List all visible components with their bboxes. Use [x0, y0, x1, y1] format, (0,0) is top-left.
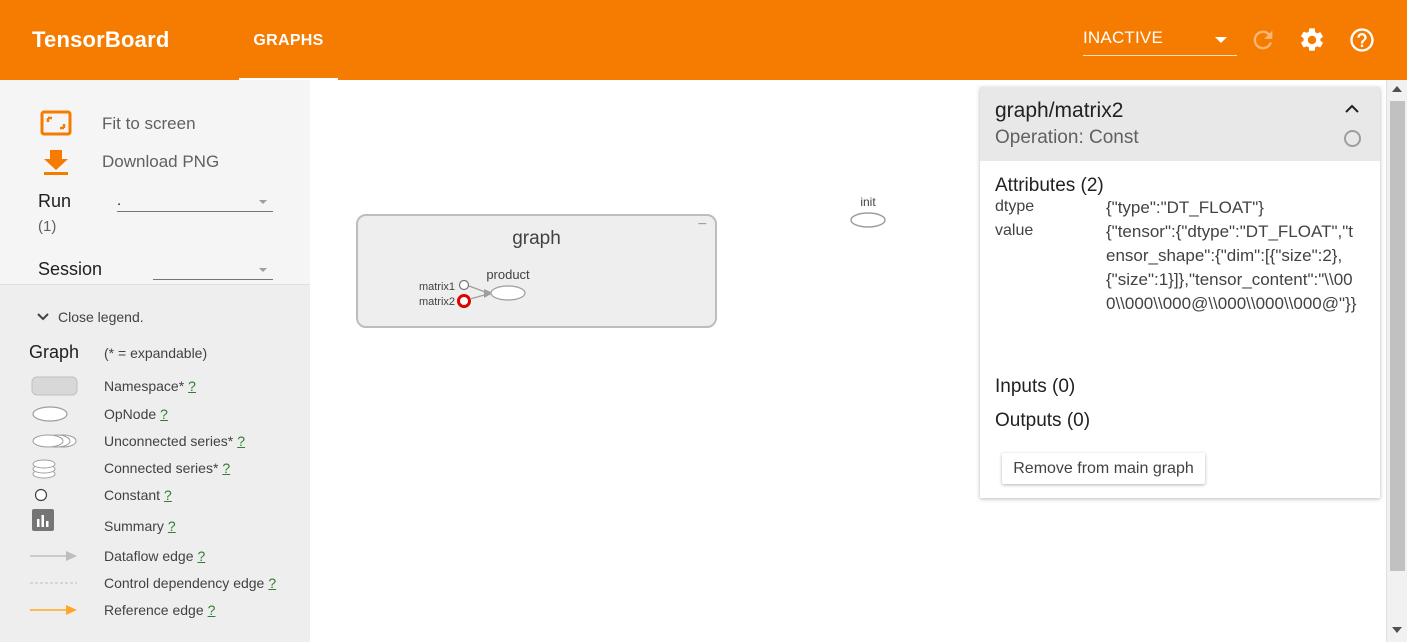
opnode-icon: [32, 406, 68, 422]
settings-icon[interactable]: [1298, 26, 1326, 54]
info-card-header: graph/matrix2 Operation: Const: [980, 87, 1380, 161]
help-link[interactable]: ?: [160, 406, 168, 422]
node-label-init: init: [860, 195, 876, 209]
legend-item-summary: Summary?: [0, 509, 310, 538]
legend-label: Namespace*: [104, 378, 185, 394]
node-matrix1[interactable]: [458, 279, 470, 291]
fit-to-screen-label: Fit to screen: [102, 114, 196, 133]
reload-status-select[interactable]: INACTIVE: [1083, 28, 1237, 56]
legend-note: (* = expandable): [104, 345, 208, 361]
legend-item-namespace: Namespace*?: [0, 374, 310, 398]
outputs-title: Outputs (0): [995, 410, 1091, 431]
run-caret-icon: [259, 200, 267, 204]
legend-panel: Close legend. Graph (* = expandable) Nam…: [0, 284, 310, 642]
attr-key-value: value: [995, 222, 1034, 239]
remove-from-main-graph-button[interactable]: Remove from main graph: [1002, 453, 1205, 484]
chevron-down-icon: [37, 313, 49, 321]
help-icon[interactable]: [1348, 26, 1376, 54]
legend-label: Unconnected series*: [104, 433, 234, 449]
legend-item-constant: Constant?: [0, 483, 310, 507]
help-link[interactable]: ?: [188, 378, 196, 394]
summary-icon: [32, 509, 54, 531]
node-product[interactable]: [490, 285, 526, 301]
reference-edge-icon: [30, 605, 77, 615]
legend-item-dataflow-edge: Dataflow edge?: [0, 544, 310, 568]
node-label-matrix2: matrix2: [419, 296, 455, 308]
help-link[interactable]: ?: [222, 460, 230, 476]
legend-label: Dataflow edge: [104, 548, 194, 564]
help-link[interactable]: ?: [268, 575, 276, 591]
top-app-bar: TensorBoard GRAPHS INACTIVE: [0, 0, 1407, 80]
control-edge-icon: [30, 582, 77, 584]
session-label: Session: [38, 259, 103, 279]
node-init[interactable]: [850, 212, 886, 228]
close-legend-label: Close legend.: [58, 309, 144, 325]
sidebar: Fit to screen Download PNG Run (1) . Ses…: [0, 80, 310, 642]
run-select-value: .: [117, 192, 122, 209]
legend-label: Constant: [104, 487, 161, 503]
constant-icon: [34, 488, 48, 502]
node-matrix2[interactable]: [457, 294, 471, 308]
legend-label: Reference edge: [104, 602, 204, 618]
namespace-icon: [31, 376, 78, 396]
help-link[interactable]: ?: [164, 487, 172, 503]
legend-label: OpNode: [104, 406, 157, 422]
legend-item-control-edge: Control dependency edge?: [0, 571, 310, 595]
close-legend-button[interactable]: Close legend.: [36, 309, 144, 325]
fit-screen-icon: [40, 110, 72, 136]
unconnected-series-icon: [32, 434, 77, 448]
legend-item-reference-edge: Reference edge?: [0, 598, 310, 622]
tab-graphs-label: GRAPHS: [253, 32, 324, 49]
run-count: (1): [38, 218, 57, 235]
attributes-title: Attributes (2): [995, 175, 1104, 196]
attr-value-dtype: {"type":"DT_FLOAT"}: [1106, 198, 1264, 217]
dataflow-edge-icon: [30, 551, 77, 561]
attr-key-dtype: dtype: [995, 198, 1035, 215]
help-link[interactable]: ?: [168, 518, 176, 534]
legend-item-opnode: OpNode?: [0, 402, 310, 426]
scroll-down-arrow-icon[interactable]: [1392, 627, 1402, 633]
run-select[interactable]: .: [117, 192, 273, 212]
legend-label: Summary: [104, 518, 164, 534]
session-caret-icon: [259, 268, 267, 272]
scrollbar-thumb[interactable]: [1390, 101, 1405, 571]
fit-to-screen-button[interactable]: Fit to screen: [40, 110, 196, 138]
node-label-product: product: [486, 267, 530, 282]
reload-status-value: INACTIVE: [1083, 28, 1164, 47]
download-png-button[interactable]: Download PNG: [40, 148, 219, 176]
legend-item-unconnected-series: Unconnected series*?: [0, 429, 310, 453]
legend-title: Graph: [29, 342, 80, 362]
run-label: Run: [38, 191, 72, 211]
connected-series-icon: [32, 459, 56, 479]
download-png-label: Download PNG: [102, 152, 220, 171]
dropdown-caret-icon: [1215, 37, 1227, 43]
reload-icon[interactable]: [1249, 26, 1277, 54]
download-icon: [44, 150, 68, 175]
constant-node-icon: [1344, 130, 1361, 147]
help-link[interactable]: ?: [198, 548, 206, 564]
scroll-up-arrow-icon[interactable]: [1392, 86, 1402, 92]
vertical-scrollbar[interactable]: [1386, 80, 1407, 642]
inputs-title: Inputs (0): [995, 376, 1076, 397]
attr-value-value: {"tensor":{"dtype":"DT_FLOAT","tensor_sh…: [1106, 222, 1357, 313]
node-info-card: graph/matrix2 Operation: Const Attribute…: [980, 87, 1380, 498]
legend-label: Connected series*: [104, 460, 219, 476]
sidebar-controls: Fit to screen Download PNG Run (1) . Ses…: [0, 80, 310, 284]
node-label-matrix1: matrix1: [419, 281, 455, 293]
app-title: TensorBoard: [32, 27, 170, 52]
info-card-title: graph/matrix2: [995, 99, 1124, 122]
help-link[interactable]: ?: [237, 433, 245, 449]
info-card-subtitle: Operation: Const: [995, 127, 1139, 148]
tab-graphs[interactable]: GRAPHS: [239, 0, 338, 80]
session-select[interactable]: [153, 260, 273, 280]
help-link[interactable]: ?: [208, 602, 216, 618]
legend-label: Control dependency edge: [104, 575, 265, 591]
chevron-up-icon[interactable]: [1342, 99, 1362, 119]
legend-item-connected-series: Connected series*?: [0, 456, 310, 480]
